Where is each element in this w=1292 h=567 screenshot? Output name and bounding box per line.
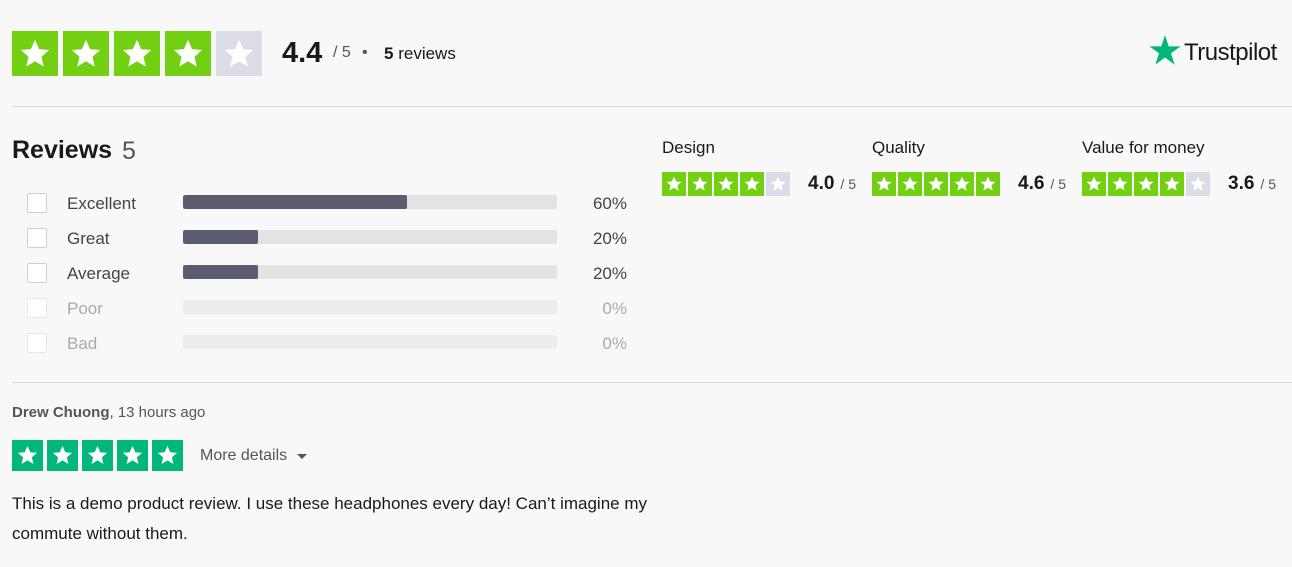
rating-percent: 20% <box>592 229 627 248</box>
star-icon <box>47 440 78 471</box>
filter-checkbox[interactable] <box>27 228 47 248</box>
rating-filter-row-bad[interactable]: Bad 0% <box>27 333 637 353</box>
star-icon <box>872 172 896 196</box>
review-body: This is a demo product review. I use the… <box>12 494 648 543</box>
rating-filter-row-poor[interactable]: Poor 0% <box>27 298 637 318</box>
review-author-name: Drew Chuong <box>12 404 110 421</box>
more-details-dropdown[interactable]: More details <box>200 447 308 465</box>
rating-bar-fill <box>183 195 408 209</box>
review-count-word: reviews <box>398 44 456 63</box>
rating-bar-fill <box>183 230 258 244</box>
star-icon <box>1134 172 1158 196</box>
category-quality: Quality 4.6 / 5 <box>872 138 1066 196</box>
rating-percent: 20% <box>592 264 627 283</box>
star-icon <box>1186 172 1210 196</box>
category-out-of: / 5 <box>1260 176 1276 192</box>
rating-label: Great <box>67 229 110 248</box>
star-icon <box>82 440 113 471</box>
separator-dot: • <box>362 44 368 61</box>
review-rating-stars <box>12 440 187 471</box>
category-name: Value for money <box>1082 138 1205 157</box>
star-icon <box>152 440 183 471</box>
rating-bar <box>183 335 557 349</box>
category-out-of: / 5 <box>840 176 856 192</box>
category-score: 3.6 <box>1228 173 1255 194</box>
rating-bar <box>183 300 557 314</box>
header-divider <box>12 106 1292 107</box>
review-count-summary: 5 reviews <box>384 44 456 64</box>
rating-filter-row-excellent[interactable]: Excellent 60% <box>27 193 637 213</box>
star-icon <box>1160 172 1184 196</box>
star-icon <box>63 31 109 76</box>
overall-rating-stars <box>12 31 267 76</box>
star-icon <box>165 31 211 76</box>
filter-checkbox <box>27 333 47 353</box>
rating-label: Average <box>67 264 131 283</box>
category-score: 4.0 <box>808 173 835 194</box>
review-count-number: 5 <box>384 44 394 63</box>
star-icon <box>662 172 686 196</box>
summary-divider <box>12 382 1292 383</box>
reviews-heading: Reviews <box>12 136 113 164</box>
rating-label: Poor <box>67 299 103 318</box>
review-timestamp: , 13 hours ago <box>109 404 206 421</box>
category-out-of: / 5 <box>1050 176 1066 192</box>
overall-score: 4.4 <box>282 37 323 69</box>
star-icon <box>714 172 738 196</box>
category-stars <box>872 172 1002 196</box>
trustpilot-wordmark: Trustpilot <box>1184 39 1277 66</box>
rating-percent: 0% <box>602 299 627 318</box>
star-icon <box>114 31 160 76</box>
star-icon <box>688 172 712 196</box>
overall-out-of: / 5 <box>333 44 351 61</box>
rating-bar <box>183 230 557 244</box>
more-details-label: More details <box>200 447 288 464</box>
trustpilot-star-icon <box>1149 35 1181 65</box>
rating-bar <box>183 195 557 209</box>
star-icon <box>898 172 922 196</box>
star-icon <box>12 31 58 76</box>
review-author-line: Drew Chuong, 13 hours ago <box>12 404 205 421</box>
star-icon <box>1082 172 1106 196</box>
category-design: Design 4.0 / 5 <box>662 138 856 196</box>
category-stars <box>662 172 792 196</box>
filter-checkbox[interactable] <box>27 193 47 213</box>
category-value-for-money: Value for money 3.6 / 5 <box>1082 138 1276 196</box>
caret-down-icon <box>297 453 308 459</box>
category-score: 4.6 <box>1018 173 1045 194</box>
category-name: Design <box>662 138 715 157</box>
star-icon <box>740 172 764 196</box>
rating-bar-fill <box>183 265 258 279</box>
rating-label: Excellent <box>67 194 136 213</box>
star-icon <box>924 172 948 196</box>
rating-percent: 0% <box>602 334 627 353</box>
rating-bar <box>183 265 557 279</box>
rating-filter-row-great[interactable]: Great 20% <box>27 228 637 248</box>
category-stars <box>1082 172 1212 196</box>
star-icon <box>1108 172 1132 196</box>
filter-checkbox[interactable] <box>27 263 47 283</box>
star-icon <box>216 31 262 76</box>
reviews-heading-count: 5 <box>122 137 136 165</box>
trustpilot-logo[interactable]: Trustpilot <box>1147 33 1277 67</box>
rating-filter-row-average[interactable]: Average 20% <box>27 263 637 283</box>
star-icon <box>976 172 1000 196</box>
star-icon <box>117 440 148 471</box>
star-icon <box>766 172 790 196</box>
star-icon <box>12 440 43 471</box>
star-icon <box>950 172 974 196</box>
category-name: Quality <box>872 138 925 157</box>
rating-percent: 60% <box>592 194 627 213</box>
rating-label: Bad <box>67 334 98 353</box>
filter-checkbox <box>27 298 47 318</box>
